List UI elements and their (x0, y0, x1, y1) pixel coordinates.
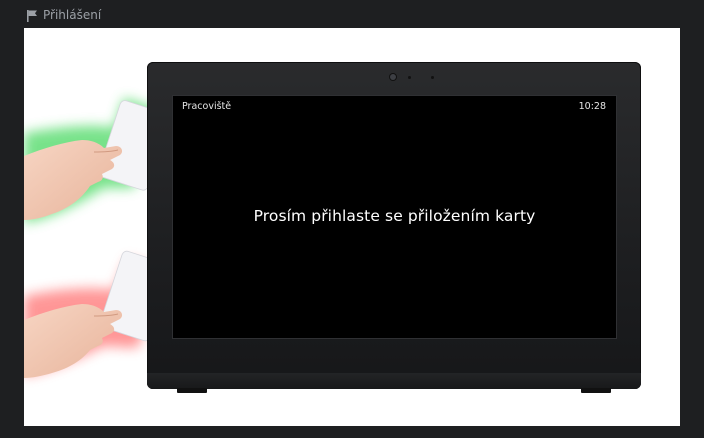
login-instruction: Prosím přihlaste se přiložením karty (253, 207, 536, 225)
camera-icon (390, 74, 396, 80)
workplace-label: Pracoviště (182, 101, 232, 112)
sensor-dot (408, 76, 411, 79)
tablet-foot (581, 388, 611, 393)
login-illustration-panel: Pracoviště 10:28 Prosím přihlaste se při… (24, 28, 680, 426)
tablet-chin (147, 373, 641, 389)
sensor-dot (431, 76, 434, 79)
device-screen: Pracoviště 10:28 Prosím přihlaste se při… (172, 95, 617, 339)
window-header: Přihlášení (0, 0, 704, 28)
flag-icon (27, 10, 37, 22)
tablet-foot (177, 388, 207, 393)
terminal-tablet: Pracoviště 10:28 Prosím přihlaste se při… (147, 62, 641, 393)
page-title: Přihlášení (43, 8, 102, 22)
clock-time: 10:28 (578, 101, 606, 112)
